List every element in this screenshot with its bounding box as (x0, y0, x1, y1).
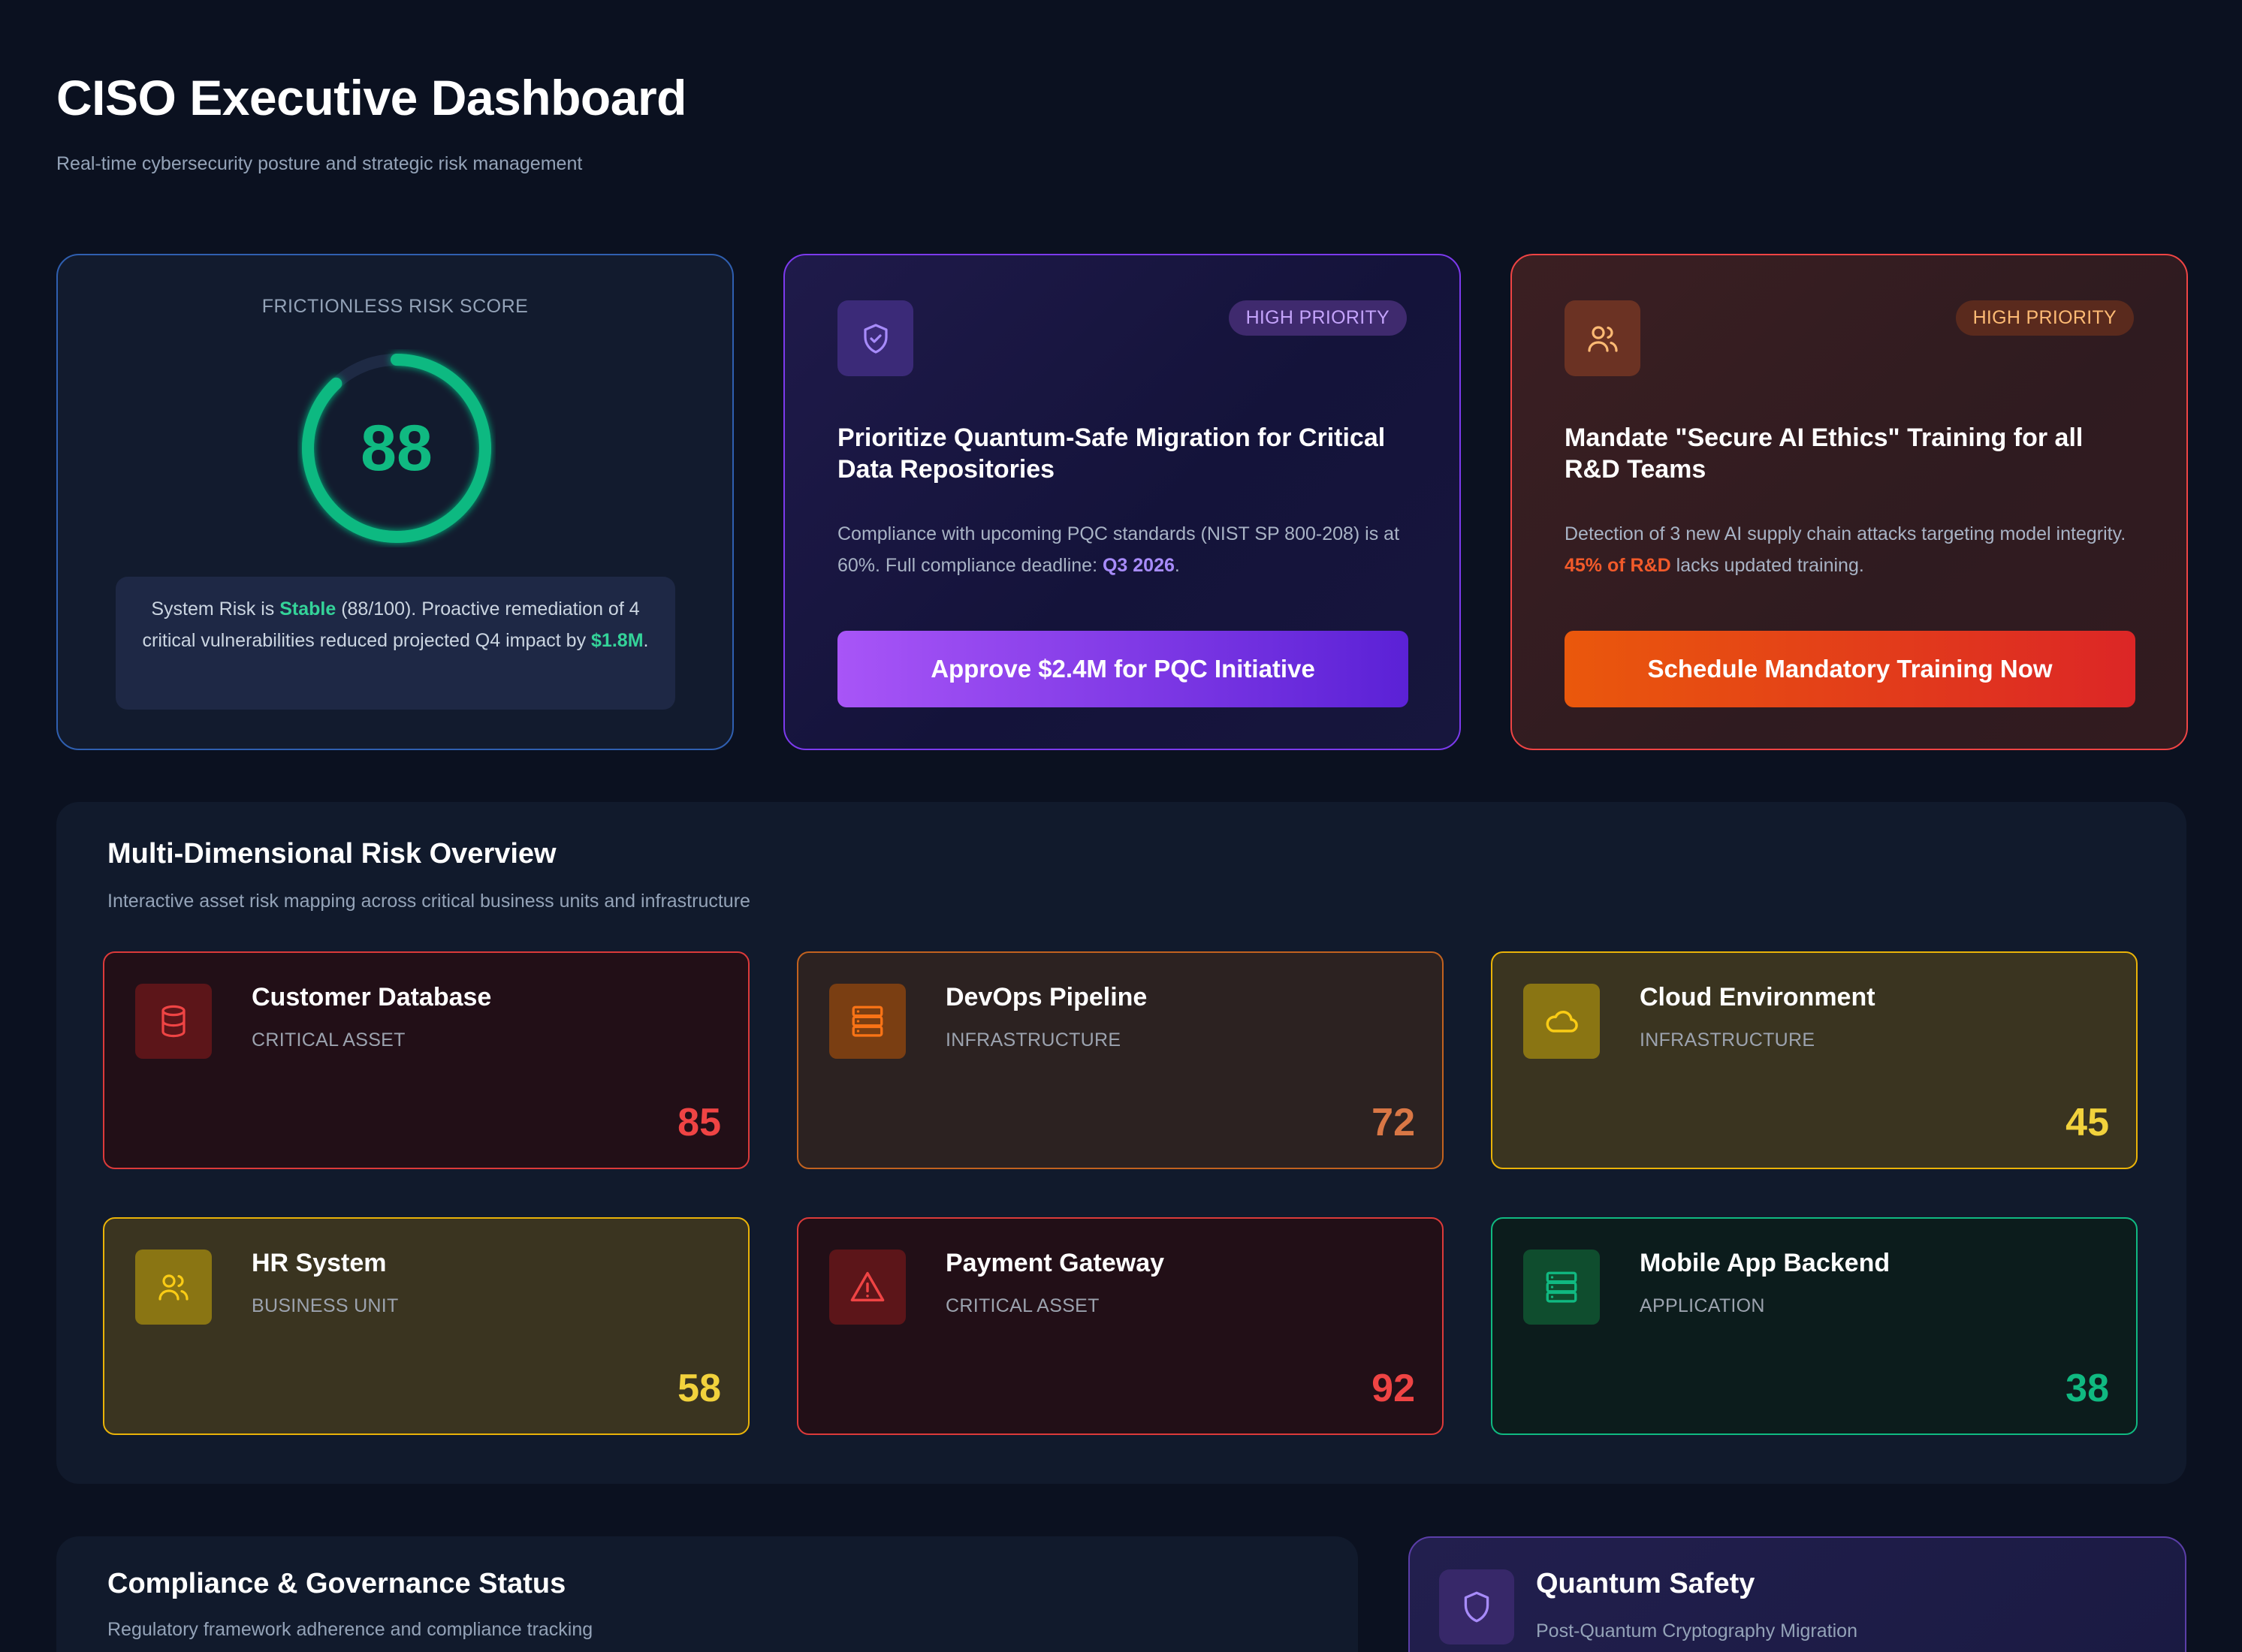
priority-badge: HIGH PRIORITY (1228, 300, 1407, 336)
dashboard-page: CISO Executive Dashboard Real-time cyber… (0, 0, 2242, 1652)
cloud-icon (1523, 984, 1600, 1059)
section-title: Compliance & Governance Status (107, 1568, 566, 1599)
recommendation-title: Prioritize Quantum-Safe Migration for Cr… (837, 424, 1386, 484)
section-subtitle: Interactive asset risk mapping across cr… (107, 891, 750, 912)
asset-card-payment-gateway[interactable]: Payment Gateway CRITICAL ASSET 92 (797, 1217, 1444, 1435)
asset-card-devops-pipeline[interactable]: DevOps Pipeline INFRASTRUCTURE 72 (797, 951, 1444, 1169)
recommendation-description: Compliance with upcoming PQC standards (… (837, 523, 1400, 576)
asset-name: Cloud Environment (1640, 983, 1875, 1011)
asset-category: CRITICAL ASSET (252, 1029, 406, 1051)
section-title: Multi-Dimensional Risk Overview (107, 838, 557, 870)
asset-risk-score: 45 (2065, 1101, 2109, 1144)
asset-name: DevOps Pipeline (946, 983, 1148, 1011)
recommendation-card-training: HIGH PRIORITY Mandate "Secure AI Ethics"… (1510, 254, 2188, 750)
schedule-training-button[interactable]: Schedule Mandatory Training Now (1565, 631, 2135, 707)
server-icon (829, 984, 906, 1059)
risk-status-note: System Risk is Stable (88/100). Proactiv… (116, 577, 675, 710)
risk-impact-amount: $1.8M (591, 630, 644, 651)
asset-name: HR System (252, 1249, 387, 1277)
risk-overview-panel: Multi-Dimensional Risk Overview Interact… (56, 802, 2186, 1484)
asset-category: BUSINESS UNIT (252, 1295, 399, 1316)
asset-name: Payment Gateway (946, 1249, 1165, 1277)
asset-name: Mobile App Backend (1640, 1249, 1890, 1277)
asset-card-customer-database[interactable]: Customer Database CRITICAL ASSET 85 (103, 951, 750, 1169)
asset-risk-score: 58 (677, 1367, 721, 1410)
quantum-safety-title: Quantum Safety (1536, 1568, 1755, 1599)
users-icon (1565, 300, 1640, 376)
asset-card-cloud-environment[interactable]: Cloud Environment INFRASTRUCTURE 45 (1491, 951, 2138, 1169)
shield-check-icon (837, 300, 913, 376)
asset-card-mobile-app-backend[interactable]: Mobile App Backend APPLICATION 38 (1491, 1217, 2138, 1435)
asset-risk-score: 92 (1371, 1367, 1415, 1410)
priority-badge: HIGH PRIORITY (1955, 300, 2134, 336)
shield-icon (1439, 1569, 1514, 1644)
asset-category: APPLICATION (1640, 1295, 1765, 1316)
database-icon (135, 984, 212, 1059)
asset-category: INFRASTRUCTURE (946, 1029, 1121, 1051)
server-icon (1523, 1250, 1600, 1325)
recommendation-card-quantum: HIGH PRIORITY Prioritize Quantum-Safe Mi… (783, 254, 1461, 750)
page-subtitle: Real-time cybersecurity posture and stra… (56, 153, 583, 174)
asset-risk-score: 85 (677, 1101, 721, 1144)
section-subtitle: Regulatory framework adherence and compl… (107, 1619, 593, 1640)
asset-category: INFRASTRUCTURE (1640, 1029, 1815, 1051)
risk-status-text: Stable (279, 598, 336, 620)
asset-risk-score: 72 (1371, 1101, 1415, 1144)
page-title: CISO Executive Dashboard (56, 70, 686, 125)
approve-pqc-button[interactable]: Approve $2.4M for PQC Initiative (837, 631, 1408, 707)
alert-triangle-icon (829, 1250, 906, 1325)
recommendation-title: Mandate "Secure AI Ethics" Training for … (1565, 424, 2084, 484)
asset-category: CRITICAL ASSET (946, 1295, 1100, 1316)
quantum-safety-panel: Quantum Safety Post-Quantum Cryptography… (1408, 1536, 2186, 1652)
training-gap-highlight: 45% of R&D (1565, 555, 1671, 576)
deadline-highlight: Q3 2026 (1102, 555, 1175, 576)
asset-risk-score: 38 (2065, 1367, 2109, 1410)
asset-name: Customer Database (252, 983, 492, 1011)
risk-score-card: FRICTIONLESS RISK SCORE 88 System Risk i… (56, 254, 734, 750)
risk-score-gauge: 88 (297, 349, 496, 547)
risk-score-label: FRICTIONLESS RISK SCORE (261, 296, 529, 317)
recommendation-description: Detection of 3 new AI supply chain attac… (1565, 523, 2126, 576)
asset-card-hr-system[interactable]: HR System BUSINESS UNIT 58 (103, 1217, 750, 1435)
users-icon (135, 1250, 212, 1325)
compliance-panel: Compliance & Governance Status Regulator… (56, 1536, 1358, 1652)
quantum-safety-subtitle: Post-Quantum Cryptography Migration (1536, 1620, 1857, 1641)
risk-score-value: 88 (361, 411, 433, 484)
